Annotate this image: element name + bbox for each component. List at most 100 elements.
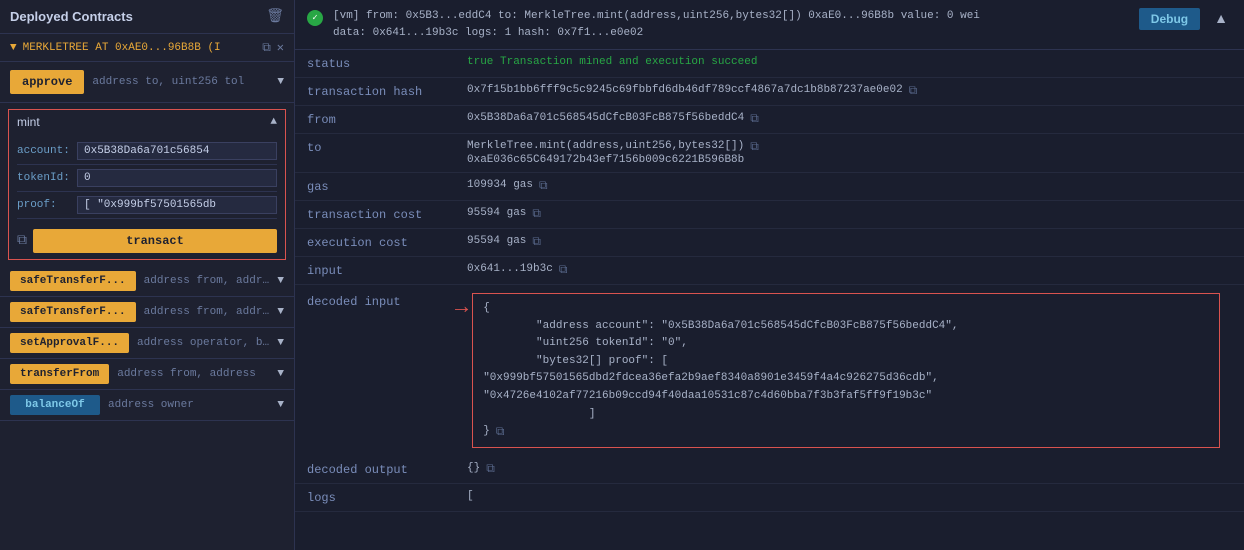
decoded-open-brace: { [483,300,1209,318]
setApprovalF-chevron-icon[interactable]: ▼ [277,337,284,349]
deployed-contracts-header: Deployed Contracts 🗑 [0,0,294,34]
top-bar: ✓ [vm] from: 0x5B3...eddC4 to: MerkleTre… [295,0,1244,50]
status-row: status true Transaction mined and execut… [295,50,1244,78]
setApprovalF-params: address operator, bool [137,337,269,349]
mint-fields: account: 0x5B38Da6a701c56854 tokenId: 0 … [9,134,285,223]
fn-row-transferFrom: transferFrom address from, address ▼ [0,359,294,390]
mint-chevron-icon[interactable]: ▲ [270,116,277,128]
decoded-input-copy-icon[interactable]: ⧉ [496,425,505,439]
decoded-close-area: } ⧉ [483,423,1209,441]
setApprovalF-button[interactable]: setApprovalF... [10,333,129,353]
decoded-line-proof: "bytes32[] proof": [ [483,353,1209,371]
collapse-button[interactable]: ▲ [1210,8,1232,28]
txhash-row: transaction hash 0x7f15b1bb6fff9c5c9245c… [295,78,1244,106]
fn-row-setApprovalF: setApprovalF... address operator, bool ▼ [0,328,294,359]
transact-button[interactable]: transact [33,229,277,253]
right-panel: ✓ [vm] from: 0x5B3...eddC4 to: MerkleTre… [295,0,1244,550]
decoded-line-proof1-val: "0x999bf57501565dbd2fdcea36efa2b9aef8340… [483,370,1209,388]
contract-name: MERKLETREE AT 0xAE0...96B8B (I [23,42,257,54]
decoded-input-content-area: → { "address account": "0x5B38Da6a701c56… [455,289,1232,452]
transferFrom-chevron-icon[interactable]: ▼ [277,368,284,380]
balanceOf-button[interactable]: balanceOf [10,395,100,415]
fn-row-safeTransferF1: safeTransferF... address from, address ▼ [0,266,294,297]
txhash-text: 0x7f15b1bb6fff9c5c9245c69fbbfd6db46df789… [467,84,903,96]
mint-actions: ⧉ transact [9,223,285,259]
txhash-value: 0x7f15b1bb6fff9c5c9245c69fbbfd6db46df789… [467,84,1232,98]
from-text: 0x5B38Da6a701c568545dCfcB03FcB875f56bedd… [467,112,744,124]
execcost-copy-icon[interactable]: ⧉ [532,235,541,249]
decoded-input-inner: { "address account": "0x5B38Da6a701c5685… [473,294,1219,447]
execcost-row: execution cost 95594 gas ⧉ [295,229,1244,257]
mint-header: mint ▲ [9,110,285,134]
decoded-line-tokenid: "uint256 tokenId": "0", [483,335,1209,353]
mint-copy-icon[interactable]: ⧉ [17,233,27,249]
safeTransferF1-chevron-icon[interactable]: ▼ [277,275,284,287]
to-text: MerkleTree.mint(address,uint256,bytes32[… [467,140,744,166]
tokenid-label: tokenId: [17,172,77,184]
balanceOf-params: address owner [108,399,269,411]
account-label: account: [17,145,77,157]
trash-icon[interactable]: 🗑 [266,8,284,25]
decoded-output-key: decoded output [307,462,467,477]
txcost-row: transaction cost 95594 gas ⧉ [295,201,1244,229]
gas-copy-icon[interactable]: ⧉ [539,179,548,193]
to-text-line2: 0xaE036c65C649172b43ef7156b009c6221B596B… [467,154,744,166]
approve-params: address to, uint256 tol [92,76,269,88]
checkmark-icon: ✓ [312,13,317,23]
contract-copy-icon[interactable]: ⧉ [262,41,271,55]
input-copy-icon[interactable]: ⧉ [559,263,568,277]
safeTransferF2-chevron-icon[interactable]: ▼ [277,306,284,318]
decoded-line-proof2-val: "0x4726e4102af77216b09ccd94f40daa10531c8… [483,388,1209,406]
contract-close-icon[interactable]: ✕ [277,40,284,55]
to-value: MerkleTree.mint(address,uint256,bytes32[… [467,140,1232,166]
decoded-close-brace: } [483,423,490,441]
execcost-key: execution cost [307,235,467,250]
function-list: safeTransferF... address from, address ▼… [0,266,294,421]
decoded-input-section-wrapper: decoded input → { "address account": "0x… [295,285,1244,456]
logs-value: [ [467,490,1232,502]
execcost-text: 95594 gas [467,235,526,247]
info-table: status true Transaction mined and execut… [295,50,1244,285]
safeTransferF2-button[interactable]: safeTransferF... [10,302,136,322]
proof-value[interactable]: [ "0x999bf57501565db [77,196,277,214]
decoded-input-box: { "address account": "0x5B38Da6a701c5685… [472,293,1220,448]
decoded-output-row: decoded output {} ⧉ [295,456,1244,484]
transferFrom-button[interactable]: transferFrom [10,364,109,384]
tokenid-value[interactable]: 0 [77,169,277,187]
mint-section: mint ▲ account: 0x5B38Da6a701c56854 toke… [8,109,286,260]
status-text: true Transaction mined and execution suc… [467,56,757,68]
from-row: from 0x5B38Da6a701c568545dCfcB03FcB875f5… [295,106,1244,134]
decoded-input-label-area: decoded input [295,289,455,309]
proof-field-row: proof: [ "0x999bf57501565db [17,192,277,219]
contract-expand-arrow[interactable]: ▼ [10,42,17,54]
txcost-copy-icon[interactable]: ⧉ [532,207,541,221]
approve-button[interactable]: approve [10,70,84,94]
decoded-output-copy-icon[interactable]: ⧉ [486,462,495,476]
approve-chevron-icon[interactable]: ▼ [277,76,284,88]
to-key: to [307,140,467,155]
decoded-output-text: {} [467,462,480,474]
proof-label: proof: [17,199,77,211]
balanceOf-chevron-icon[interactable]: ▼ [277,399,284,411]
txhash-copy-icon[interactable]: ⧉ [909,84,918,98]
input-value: 0x641...19b3c ⧉ [467,263,1232,277]
from-copy-icon[interactable]: ⧉ [750,112,759,126]
transferFrom-params: address from, address [117,368,269,380]
mint-label: mint [17,115,40,129]
decoded-output-value: {} ⧉ [467,462,1232,476]
approve-row: approve address to, uint256 tol ▼ [0,62,294,103]
fn-row-balanceOf: balanceOf address owner ▼ [0,390,294,421]
safeTransferF1-button[interactable]: safeTransferF... [10,271,136,291]
status-key: status [307,56,467,71]
txhash-key: transaction hash [307,84,467,99]
debug-button[interactable]: Debug [1139,8,1200,30]
input-row: input 0x641...19b3c ⧉ [295,257,1244,285]
input-key: input [307,263,467,278]
gas-text: 109934 gas [467,179,533,191]
decoded-line-account: "address account": "0x5B38Da6a701c568545… [483,318,1209,336]
account-value[interactable]: 0x5B38Da6a701c56854 [77,142,277,160]
from-key: from [307,112,467,127]
top-bar-line2: data: 0x641...19b3c logs: 1 hash: 0x7f1.… [333,25,1129,42]
execcost-value: 95594 gas ⧉ [467,235,1232,249]
to-copy-icon[interactable]: ⧉ [750,140,759,154]
